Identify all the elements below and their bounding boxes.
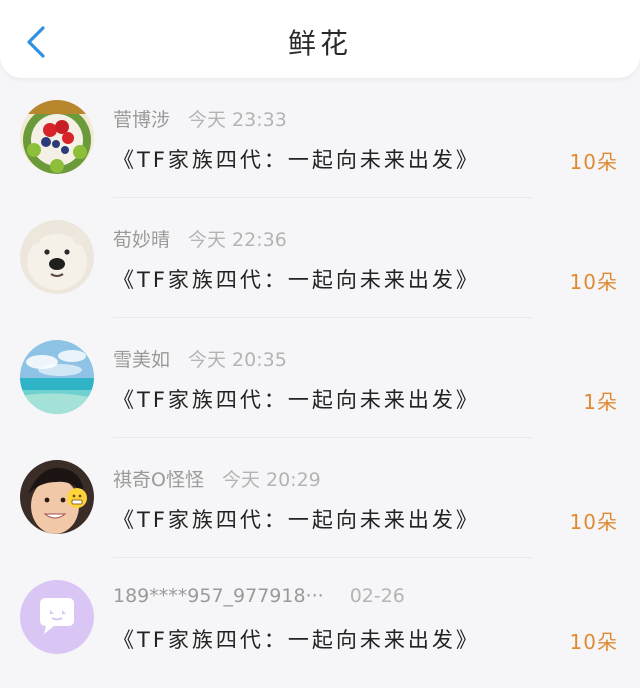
flower-count: 10朵 xyxy=(569,510,618,534)
list-item[interactable]: 荀妙晴 今天 22:36 《TF家族四代：一起向未来出发》 10朵 xyxy=(0,208,640,328)
user-name: 雪美如 xyxy=(113,349,171,371)
divider xyxy=(113,557,532,558)
divider xyxy=(113,437,532,438)
list-item[interactable]: 189****957_977918··· 02-26 《TF家族四代：一起向未来出… xyxy=(0,568,640,688)
flower-count: 1朵 xyxy=(583,390,618,414)
gift-message: 《TF家族四代：一起向未来出发》 xyxy=(113,388,480,412)
list-item[interactable]: 祺奇O怪怪 今天 20:29 《TF家族四代：一起向未来出发》 10朵 xyxy=(0,448,640,568)
list-item[interactable]: 雪美如 今天 20:35 《TF家族四代：一起向未来出发》 1朵 xyxy=(0,328,640,448)
timestamp: 今天 23:33 xyxy=(188,109,287,131)
timestamp: 今天 20:35 xyxy=(188,349,287,371)
timestamp: 今天 20:29 xyxy=(221,469,321,491)
divider xyxy=(113,197,532,198)
list-item[interactable]: 菅博涉 今天 23:33 《TF家族四代：一起向未来出发》 10朵 xyxy=(0,88,640,208)
gift-message: 《TF家族四代：一起向未来出发》 xyxy=(113,268,480,292)
flower-count: 10朵 xyxy=(569,150,618,174)
top-bar: 鲜花 xyxy=(0,0,640,78)
divider xyxy=(113,317,532,318)
gift-message: 《TF家族四代：一起向未来出发》 xyxy=(113,508,480,532)
fruit-tart-avatar xyxy=(20,100,94,174)
user-name: 189****957_977918··· xyxy=(113,585,324,607)
page-title: 鲜花 xyxy=(287,27,352,60)
sea-sky-avatar xyxy=(20,340,94,414)
user-name: 荀妙晴 xyxy=(113,229,171,251)
gift-message: 《TF家族四代：一起向未来出发》 xyxy=(113,628,480,652)
default-chat-avatar xyxy=(20,580,94,654)
user-name: 祺奇O怪怪 xyxy=(113,469,204,491)
polar-bear-avatar xyxy=(20,220,94,294)
gift-message: 《TF家族四代：一起向未来出发》 xyxy=(113,148,480,172)
flower-gift-list: 菅博涉 今天 23:33 《TF家族四代：一起向未来出发》 10朵 荀妙晴 今天 2… xyxy=(0,88,640,688)
flower-count: 10朵 xyxy=(569,270,618,294)
smiling-person-avatar xyxy=(20,460,94,534)
timestamp: 今天 22:36 xyxy=(188,229,287,251)
user-name: 菅博涉 xyxy=(113,109,171,131)
timestamp: 02-26 xyxy=(349,585,405,607)
flower-count: 10朵 xyxy=(569,630,618,654)
